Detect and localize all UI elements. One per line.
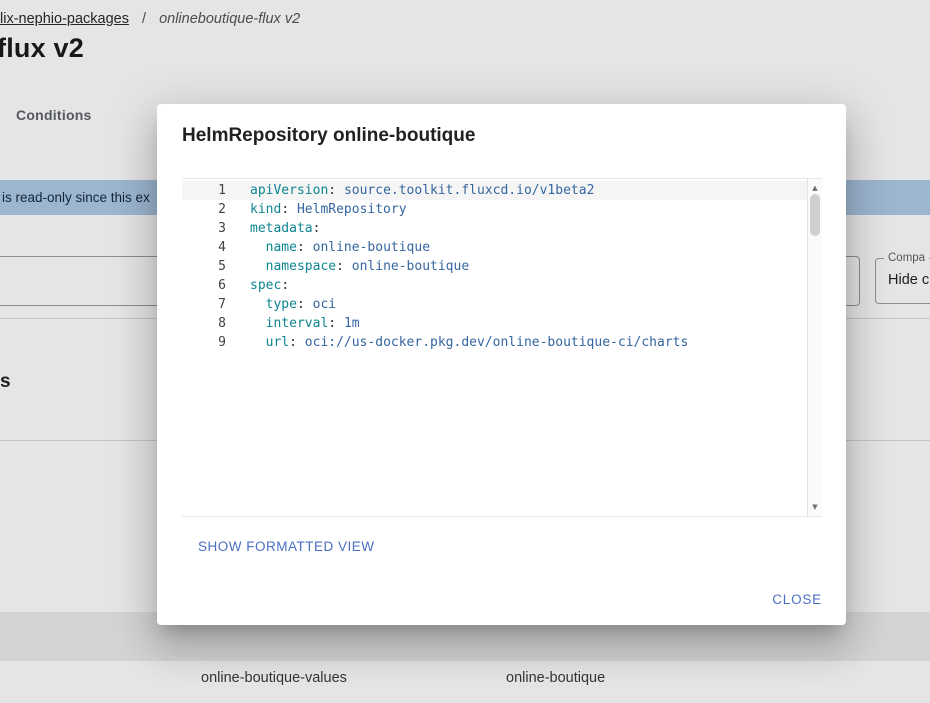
code-text: kind: HelmRepository xyxy=(226,200,407,219)
line-number: 9 xyxy=(182,333,226,352)
code-line: 2kind: HelmRepository xyxy=(182,200,807,219)
line-number: 4 xyxy=(182,238,226,257)
code-line: 7 type: oci xyxy=(182,295,807,314)
code-text: type: oci xyxy=(226,295,336,314)
line-number: 7 xyxy=(182,295,226,314)
editor-scrollbar[interactable]: ▲ ▼ xyxy=(807,179,822,516)
close-button[interactable]: CLOSE xyxy=(764,586,830,613)
code-text: namespace: online-boutique xyxy=(226,257,469,276)
scrollbar-thumb[interactable] xyxy=(810,194,820,236)
code-text: name: online-boutique xyxy=(226,238,430,257)
code-text: url: oci://us-docker.pkg.dev/online-bout… xyxy=(226,333,688,352)
code-line: 6spec: xyxy=(182,276,807,295)
dialog-title: HelmRepository online-boutique xyxy=(182,125,475,147)
code-line: 5 namespace: online-boutique xyxy=(182,257,807,276)
helm-repository-dialog: HelmRepository online-boutique 1apiVersi… xyxy=(157,104,846,625)
code-lines: 1apiVersion: source.toolkit.fluxcd.io/v1… xyxy=(182,179,807,516)
line-number: 6 xyxy=(182,276,226,295)
code-line: 3metadata: xyxy=(182,219,807,238)
code-text: spec: xyxy=(226,276,289,295)
scroll-down-icon[interactable]: ▼ xyxy=(808,502,822,512)
line-number: 2 xyxy=(182,200,226,219)
line-number: 5 xyxy=(182,257,226,276)
code-text: apiVersion: source.toolkit.fluxcd.io/v1b… xyxy=(226,181,594,200)
code-text: interval: 1m xyxy=(226,314,360,333)
code-line: 9 url: oci://us-docker.pkg.dev/online-bo… xyxy=(182,333,807,352)
scroll-up-icon[interactable]: ▲ xyxy=(808,183,822,193)
code-line: 4 name: online-boutique xyxy=(182,238,807,257)
line-number: 8 xyxy=(182,314,226,333)
yaml-editor[interactable]: 1apiVersion: source.toolkit.fluxcd.io/v1… xyxy=(182,178,822,517)
code-line: 8 interval: 1m xyxy=(182,314,807,333)
code-line: 1apiVersion: source.toolkit.fluxcd.io/v1… xyxy=(182,181,807,200)
code-text: metadata: xyxy=(226,219,320,238)
show-formatted-view-button[interactable]: SHOW FORMATTED VIEW xyxy=(190,533,383,560)
line-number: 3 xyxy=(182,219,226,238)
line-number: 1 xyxy=(182,181,226,200)
